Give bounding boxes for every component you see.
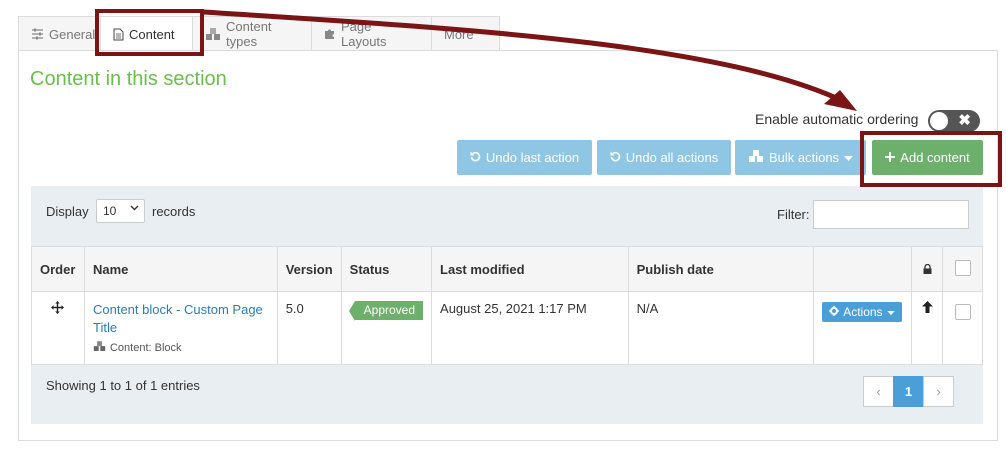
cubes-icon <box>93 341 106 355</box>
toggle-knob <box>930 112 948 130</box>
tab-content-types-label: Content types <box>226 19 272 49</box>
auto-ordering-label: Enable automatic ordering <box>755 111 919 127</box>
column-header-name[interactable]: Name <box>83 246 278 292</box>
gear-icon <box>829 305 840 319</box>
undo-icon <box>610 150 621 165</box>
publish-date-cell: N/A <box>627 291 815 365</box>
display-label: Display <box>46 204 89 219</box>
tab-content-types[interactable]: Content types <box>192 16 312 51</box>
section-title: Content in this section <box>30 68 227 90</box>
cubes-icon <box>205 27 221 41</box>
page-size-select[interactable]: 10 <box>96 199 145 223</box>
lock-icon <box>923 262 932 277</box>
column-header-status[interactable]: Status <box>340 246 433 292</box>
caret-down-icon <box>844 150 854 165</box>
content-name-link[interactable]: Content block - Custom Page Title <box>93 301 269 337</box>
undo-icon <box>470 150 481 165</box>
content-type-label: Content: Block <box>109 342 182 354</box>
row-select-checkbox[interactable] <box>954 304 971 320</box>
content-tab-highlight <box>95 9 204 56</box>
entries-info: Showing 1 to 1 of 1 entries <box>46 378 200 393</box>
undo-last-action-button[interactable]: Undo last action <box>457 140 592 175</box>
actions-cell: Actions <box>813 291 913 365</box>
tab-general-label: General <box>49 26 96 42</box>
content-table: Order Name Version Status Last modified … <box>31 246 983 365</box>
undo-last-action-label: Undo last action <box>485 150 580 165</box>
filter-input[interactable] <box>813 200 969 229</box>
puzzle-icon <box>324 28 336 40</box>
previous-page-button[interactable]: ‹ <box>863 376 894 407</box>
bulk-actions-button[interactable]: Bulk actions <box>735 140 866 175</box>
close-icon: ✖ <box>958 112 971 129</box>
chevron-down-icon <box>130 203 139 215</box>
column-header-order[interactable]: Order <box>31 246 85 292</box>
column-header-last-modified[interactable]: Last modified <box>431 246 629 292</box>
tab-general[interactable]: General <box>18 16 101 51</box>
status-cell: Approved <box>340 291 433 365</box>
content-type-line: Content: Block <box>93 341 269 355</box>
page-1-button[interactable]: 1 <box>893 376 924 407</box>
arrow-up-icon[interactable] <box>921 301 933 316</box>
row-actions-label: Actions <box>843 305 883 319</box>
table-header-row: Order Name Version Status Last modified … <box>31 246 983 292</box>
cubes-icon <box>748 149 764 166</box>
tab-page-layouts[interactable]: Page Layouts <box>311 16 432 51</box>
column-header-actions <box>813 246 913 292</box>
column-header-version[interactable]: Version <box>276 246 342 292</box>
page-size-value: 10 <box>103 204 117 218</box>
auto-ordering-toggle[interactable]: ✖ <box>928 110 980 132</box>
undo-all-actions-label: Undo all actions <box>625 150 719 165</box>
column-header-publish-date[interactable]: Publish date <box>627 246 815 292</box>
column-header-select-all <box>942 246 983 292</box>
column-header-lock <box>911 246 944 292</box>
add-content-highlight <box>860 131 1002 187</box>
last-modified-cell: August 25, 2021 1:17 PM <box>431 291 629 365</box>
select-cell <box>942 291 983 365</box>
undo-all-actions-button[interactable]: Undo all actions <box>597 140 731 175</box>
table-row: Content block - Custom Page Title Conten… <box>31 291 983 365</box>
order-cell <box>31 291 85 365</box>
tab-more[interactable]: More <box>431 16 500 51</box>
version-cell: 5.0 <box>276 291 342 365</box>
pagination: ‹ 1 › <box>863 376 954 407</box>
bulk-actions-label: Bulk actions <box>768 150 840 165</box>
filter-label: Filter: <box>777 207 810 222</box>
row-actions-button[interactable]: Actions <box>822 302 902 322</box>
move-icon[interactable] <box>51 301 65 317</box>
select-all-checkbox[interactable] <box>954 259 971 276</box>
tab-page-layouts-label: Page Layouts <box>341 19 387 49</box>
tab-bar: General Content Content types Page Layou… <box>18 16 500 52</box>
sliders-icon <box>31 28 44 40</box>
records-label: records <box>152 204 196 219</box>
move-up-cell <box>911 291 944 365</box>
next-page-button[interactable]: › <box>923 376 954 407</box>
status-badge: Approved <box>348 301 424 321</box>
tab-more-label: More <box>444 26 474 42</box>
caret-down-icon <box>886 305 895 319</box>
name-cell: Content block - Custom Page Title Conten… <box>83 291 278 365</box>
